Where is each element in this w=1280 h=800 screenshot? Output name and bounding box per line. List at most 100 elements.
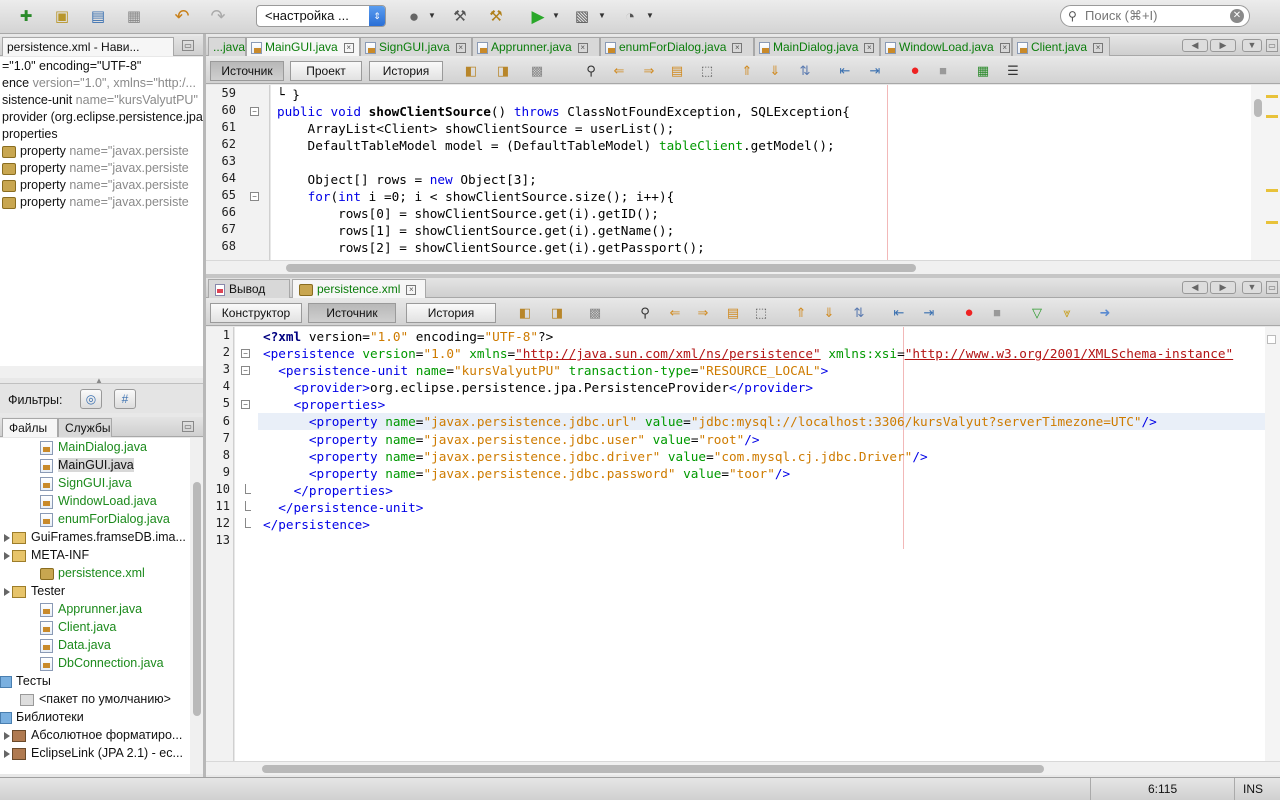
top-editor-code-area[interactable]: └ } public void showClientSource() throw… bbox=[271, 85, 1251, 260]
navigator-node[interactable]: ence version="1.0", xmlns="http:/... bbox=[2, 74, 196, 92]
tab-output[interactable]: Вывод bbox=[208, 279, 290, 298]
close-icon[interactable]: × bbox=[1093, 42, 1104, 53]
find-next-icon[interactable]: ⇒ bbox=[694, 305, 712, 321]
warning-marker[interactable] bbox=[1266, 189, 1278, 192]
project-tree-item[interactable]: Тесты bbox=[0, 672, 51, 690]
close-icon[interactable]: × bbox=[732, 42, 743, 53]
navigator-node[interactable]: property name="javax.persiste bbox=[2, 142, 189, 160]
debug-icon[interactable]: ▧ bbox=[570, 5, 594, 27]
find-previous-icon[interactable]: ⇐ bbox=[610, 63, 628, 79]
forward-icon[interactable]: ▩ bbox=[586, 305, 604, 321]
configuration-select[interactable]: <настройка ... ⇕ bbox=[256, 5, 386, 27]
stop-macro-icon[interactable]: ■ bbox=[934, 63, 952, 79]
build-hammer-icon[interactable]: ⚒ bbox=[448, 5, 472, 27]
start-macro-icon[interactable]: ● bbox=[960, 305, 978, 321]
project-tree-item[interactable]: GuiFrames.framseDB.ima... bbox=[4, 528, 186, 546]
prev-bookmark-icon[interactable]: ⇑ bbox=[792, 305, 810, 321]
fold-toggle-icon[interactable]: − bbox=[250, 107, 259, 116]
top-vscroll-thumb[interactable] bbox=[1254, 99, 1262, 117]
project-tree-item[interactable]: MainDialog.java bbox=[40, 438, 147, 456]
find-icon[interactable]: ⚲ bbox=[636, 305, 654, 321]
chevron-down-icon[interactable]: ▼ bbox=[428, 11, 436, 20]
history-button[interactable]: История bbox=[369, 61, 443, 81]
warning-marker[interactable] bbox=[1266, 221, 1278, 224]
minimize-icon[interactable]: ▭ bbox=[182, 421, 194, 432]
project-tree-item[interactable]: Data.java bbox=[40, 636, 111, 654]
navigator-node[interactable]: ="1.0" encoding="UTF-8" bbox=[2, 57, 141, 75]
clear-search-icon[interactable]: ✕ bbox=[1230, 9, 1244, 23]
expand-arrow-icon[interactable] bbox=[4, 533, 10, 542]
tab-persistence-xml[interactable]: persistence.xml × bbox=[292, 279, 426, 298]
profile-icon[interactable]: ◔ bbox=[618, 5, 642, 27]
scroll-tabs-right-icon[interactable]: ▶ bbox=[1210, 39, 1236, 52]
project-tree-item[interactable]: Абсолютное форматиро... bbox=[4, 726, 182, 744]
insert-mode[interactable]: INS bbox=[1243, 778, 1263, 800]
tab-services[interactable]: Службы bbox=[58, 418, 112, 437]
open-project-icon[interactable]: ▤ bbox=[86, 5, 110, 27]
shift-left-icon[interactable]: ⇤ bbox=[836, 63, 854, 79]
check-xml-icon[interactable]: ▽ bbox=[1028, 305, 1046, 321]
filter-fields-icon[interactable]: ◎ bbox=[80, 389, 102, 409]
navigator-node[interactable]: property name="javax.persiste bbox=[2, 159, 189, 177]
navigator-node[interactable]: sistence-unit name="kursValyutPU" bbox=[2, 91, 198, 109]
navigator-node[interactable]: property name="javax.persiste bbox=[2, 176, 189, 194]
shift-right-icon[interactable]: ⇥ bbox=[866, 63, 884, 79]
toggle-highlight-icon[interactable]: ▤ bbox=[668, 63, 686, 79]
maximize-icon[interactable]: ▭ bbox=[1266, 39, 1278, 52]
back-icon[interactable]: ◨ bbox=[494, 63, 512, 79]
expand-arrow-icon[interactable] bbox=[4, 587, 10, 596]
save-all-icon[interactable]: ▦ bbox=[122, 5, 146, 27]
source-button[interactable]: Источник bbox=[308, 303, 396, 323]
close-icon[interactable]: × bbox=[343, 42, 354, 53]
close-icon[interactable]: × bbox=[577, 42, 588, 53]
tab-list-icon[interactable]: ▼ bbox=[1242, 281, 1262, 294]
tab-clientjava[interactable]: Client.java × bbox=[1012, 37, 1110, 56]
close-icon[interactable]: × bbox=[999, 42, 1010, 53]
expand-arrow-icon[interactable] bbox=[4, 731, 10, 740]
new-file-icon[interactable]: ✚ bbox=[14, 5, 38, 27]
close-icon[interactable]: × bbox=[406, 284, 417, 295]
redo-icon[interactable]: ↷ bbox=[206, 5, 230, 27]
navigator-node[interactable]: properties bbox=[2, 125, 58, 143]
tab-signguijava[interactable]: SignGUI.java × bbox=[360, 37, 472, 56]
chevron-down-icon[interactable]: ▼ bbox=[598, 11, 606, 20]
top-hscroll-thumb[interactable] bbox=[286, 264, 916, 272]
scroll-tabs-left-icon[interactable]: ◀ bbox=[1182, 39, 1208, 52]
project-vscroll[interactable] bbox=[190, 438, 204, 774]
rect-select-icon[interactable]: ⬚ bbox=[698, 63, 716, 79]
project-tree-item[interactable]: META-INF bbox=[4, 546, 89, 564]
shift-left-icon[interactable]: ⇤ bbox=[890, 305, 908, 321]
project-tree-item[interactable]: Client.java bbox=[40, 618, 116, 636]
project-tree-item[interactable]: <пакет по умолчанию> bbox=[20, 690, 171, 708]
uncomment-icon[interactable]: ☰ bbox=[1004, 63, 1022, 79]
toggle-bookmark-icon[interactable]: ⇅ bbox=[850, 305, 868, 321]
warning-marker[interactable] bbox=[1266, 115, 1278, 118]
tab-windowloadjava[interactable]: WindowLoad.java × bbox=[880, 37, 1012, 56]
top-editor-vscroll[interactable] bbox=[1251, 85, 1265, 260]
tab-maindialogjava[interactable]: MainDialog.java × bbox=[754, 37, 880, 56]
tab-mainguijava[interactable]: MainGUI.java × bbox=[246, 37, 360, 56]
close-icon[interactable]: × bbox=[455, 42, 466, 53]
project-tree-item[interactable]: Tester bbox=[4, 582, 65, 600]
expand-arrow-icon[interactable] bbox=[4, 749, 10, 758]
bottom-editor-hscroll[interactable] bbox=[206, 761, 1280, 775]
warning-marker[interactable] bbox=[1266, 95, 1278, 98]
find-previous-icon[interactable]: ⇐ bbox=[666, 305, 684, 321]
find-icon[interactable]: ⚲ bbox=[582, 63, 600, 79]
chevron-down-icon[interactable]: ▼ bbox=[646, 11, 654, 20]
find-next-icon[interactable]: ⇒ bbox=[640, 63, 658, 79]
fold-toggle-icon[interactable]: − bbox=[241, 400, 250, 410]
top-editor-hscroll[interactable] bbox=[206, 260, 1280, 274]
tab-files[interactable]: Файлы bbox=[2, 418, 58, 437]
project-tree-item[interactable]: Библиотеки bbox=[0, 708, 84, 726]
undo-icon[interactable]: ↶ bbox=[170, 5, 194, 27]
target-globe-icon[interactable]: ● bbox=[402, 5, 426, 27]
navigator-node[interactable]: property name="javax.persiste bbox=[2, 193, 189, 211]
filter-static-icon[interactable]: # bbox=[114, 389, 136, 409]
last-edit-icon[interactable]: ◧ bbox=[462, 63, 480, 79]
shift-right-icon[interactable]: ⇥ bbox=[920, 305, 938, 321]
fold-toggle-icon[interactable]: − bbox=[241, 349, 250, 359]
maximize-icon[interactable]: ▭ bbox=[1266, 281, 1278, 294]
minimize-icon[interactable]: ▭ bbox=[182, 40, 194, 51]
tab-java[interactable]: ...java bbox=[208, 37, 246, 56]
